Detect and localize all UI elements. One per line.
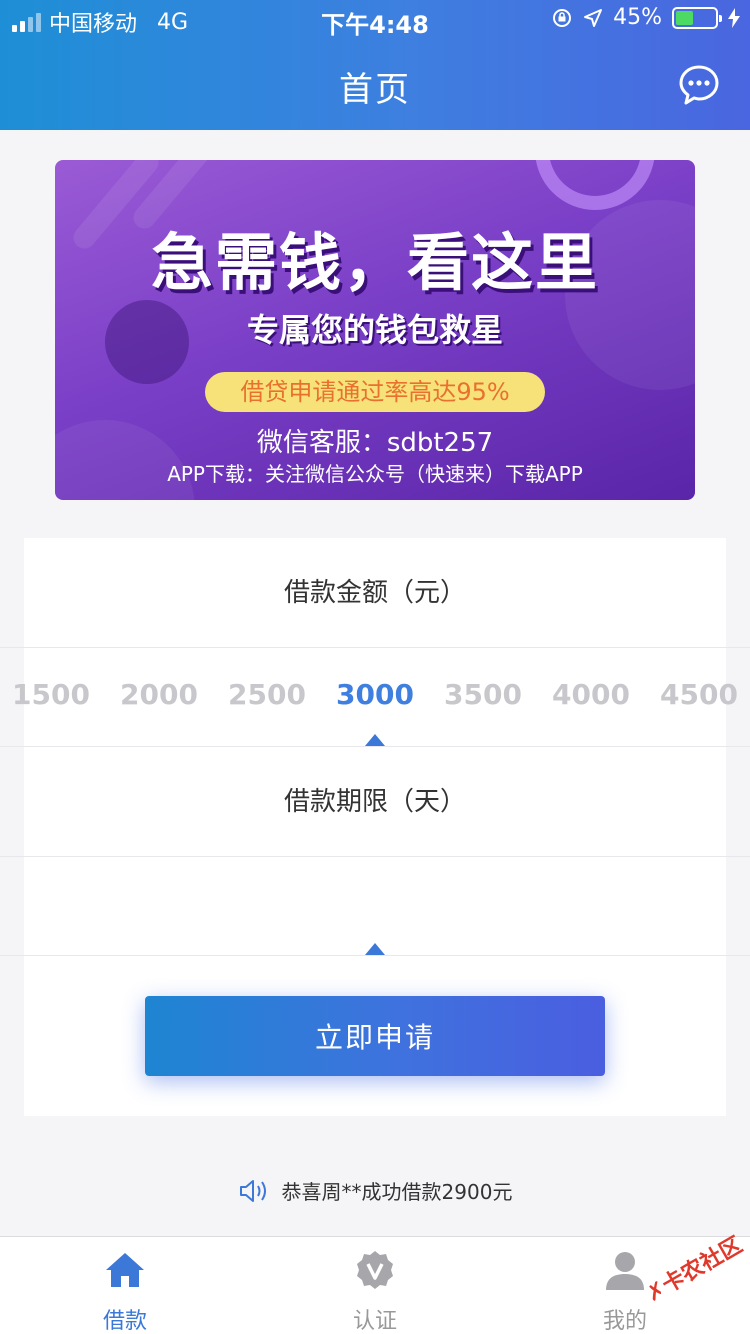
- promo-banner[interactable]: 急需钱，看这里 专属您的钱包救星 借贷申请通过率高达95% 微信客服：sdbt2…: [55, 160, 695, 500]
- amount-option[interactable]: 4500: [649, 678, 749, 711]
- tab-label: 借款: [102, 1309, 147, 1334]
- tab-loan[interactable]: 借款: [0, 1237, 250, 1334]
- app-header: 中国移动 4G 下午4:48 45% 首页: [0, 0, 750, 130]
- user-icon: [606, 1252, 644, 1290]
- tab-label: 认证: [352, 1309, 397, 1334]
- chat-bubble-icon[interactable]: [678, 64, 720, 106]
- amount-option[interactable]: 2500: [217, 678, 317, 711]
- amount-pointer-icon: [365, 734, 385, 746]
- home-icon: [106, 1253, 144, 1287]
- status-bar: 中国移动 4G 下午4:48 45%: [0, 0, 750, 40]
- notice-text: 恭喜周**成功借款2900元: [281, 1180, 513, 1204]
- banner-subtitle: 专属您的钱包救星: [246, 311, 503, 349]
- apply-now-button[interactable]: 立即申请: [145, 996, 605, 1076]
- amount-option[interactable]: 1500: [1, 678, 101, 711]
- tab-bar: 借款 认证 我的: [0, 1236, 750, 1334]
- location-icon: [584, 8, 603, 27]
- wechat-service: 微信客服：sdbt257: [256, 428, 494, 458]
- banner-headline: 急需钱，看这里: [150, 226, 599, 299]
- term-title: 借款期限（天）: [283, 787, 466, 817]
- success-notice: 恭喜周**成功借款2900元: [0, 1176, 750, 1205]
- app-download-note: APP下载：关注微信公众号（快速来）下载APP: [167, 462, 583, 486]
- term-picker[interactable]: [0, 857, 750, 955]
- tab-verify[interactable]: 认证: [250, 1237, 500, 1334]
- page-title: 首页: [339, 70, 411, 110]
- battery-percent: 45%: [613, 5, 662, 30]
- amount-title: 借款金额（元）: [283, 578, 466, 608]
- amount-option[interactable]: 4000: [541, 678, 641, 711]
- tab-label: 我的: [602, 1309, 647, 1334]
- rotation-lock-icon: [553, 8, 572, 27]
- battery-icon: [672, 6, 722, 29]
- amount-option[interactable]: 2000: [109, 678, 209, 711]
- charging-icon: [728, 7, 740, 28]
- term-pointer-icon: [365, 943, 385, 955]
- speaker-icon: [239, 1179, 266, 1202]
- amount-option[interactable]: 3500: [433, 678, 533, 711]
- divider: [0, 955, 750, 956]
- amount-option[interactable]: 3000: [325, 678, 425, 711]
- verify-badge-icon: [357, 1251, 393, 1289]
- amount-picker[interactable]: 1500 2000 2500 3000 3500 4000 4500: [0, 648, 750, 746]
- approval-rate-badge: 借贷申请通过率高达95%: [205, 372, 545, 412]
